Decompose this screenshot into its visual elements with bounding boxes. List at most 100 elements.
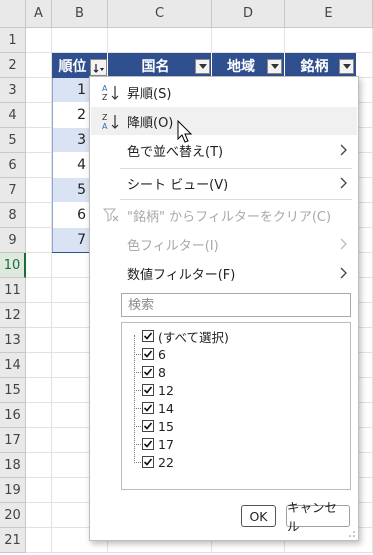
column-header-b[interactable]: B [52, 0, 108, 28]
select-all-corner[interactable] [0, 0, 26, 28]
row-header-1[interactable]: 1 [0, 28, 26, 53]
checkbox-checked-icon[interactable] [142, 348, 154, 360]
grid-cell[interactable] [26, 278, 52, 303]
resize-grip-icon[interactable] [348, 530, 356, 538]
rank-cell[interactable]: 3 [52, 128, 92, 153]
column-header-e[interactable]: E [285, 0, 373, 28]
list-item[interactable]: 15 [142, 417, 174, 435]
row-header-17[interactable]: 17 [0, 428, 26, 453]
checkbox-checked-icon[interactable] [142, 330, 154, 342]
row-header-13[interactable]: 13 [0, 328, 26, 353]
grid-cell[interactable] [26, 428, 52, 453]
row-header-7[interactable]: 7 [0, 178, 26, 203]
row-header-20[interactable]: 20 [0, 503, 26, 528]
filter-search-input[interactable] [121, 293, 351, 317]
grid-cell[interactable] [26, 353, 52, 378]
tree-line [134, 372, 141, 373]
row-header-8[interactable]: 8 [0, 203, 26, 228]
menu-number-filter[interactable]: 数値フィルター(F) [91, 259, 357, 287]
rank-cell[interactable]: 2 [52, 103, 92, 128]
rank-cell[interactable]: 5 [52, 178, 92, 203]
row-header-2[interactable]: 2 [0, 53, 26, 78]
svg-text:Z: Z [102, 93, 108, 102]
grid-cell[interactable] [26, 78, 52, 103]
grid-cell[interactable] [26, 203, 52, 228]
column-header-d[interactable]: D [212, 0, 285, 28]
grid-cell[interactable] [26, 453, 52, 478]
row-header-6[interactable]: 6 [0, 153, 26, 178]
grid-cell[interactable] [26, 228, 52, 253]
column-header-a[interactable]: A [26, 0, 52, 28]
grid-cell[interactable] [26, 503, 52, 528]
row-header-3[interactable]: 3 [0, 78, 26, 103]
checkbox-checked-icon[interactable] [142, 384, 154, 396]
list-item[interactable]: 17 [142, 435, 174, 453]
grid-cell[interactable] [26, 328, 52, 353]
svg-text:A: A [102, 84, 108, 93]
grid-cell[interactable] [52, 28, 108, 53]
menu-sort-ascending[interactable]: A Z 昇順(S) [91, 78, 357, 106]
column-header-c[interactable]: C [108, 0, 212, 28]
grid-cell[interactable] [26, 103, 52, 128]
menu-separator [120, 199, 352, 200]
filter-dropdown-region[interactable] [267, 59, 282, 74]
grid-cell[interactable] [26, 178, 52, 203]
row-header-21[interactable]: 21 [0, 528, 26, 553]
cancel-button[interactable]: キャンセル [286, 500, 350, 534]
rank-cell[interactable]: 7 [52, 228, 92, 253]
rank-cell[interactable]: 4 [52, 153, 92, 178]
grid-cell[interactable] [212, 28, 285, 53]
checkbox-checked-icon[interactable] [142, 438, 154, 450]
rank-value: 3 [77, 132, 86, 148]
grid-cell[interactable] [26, 28, 52, 53]
list-item[interactable]: 14 [142, 399, 174, 417]
tree-line [134, 354, 141, 355]
row-header-18[interactable]: 18 [0, 453, 26, 478]
header-label: 銘柄 [300, 58, 329, 75]
row-header-15[interactable]: 15 [0, 378, 26, 403]
menu-sheet-view[interactable]: シート ビュー(V) [91, 169, 357, 197]
row-header-9[interactable]: 9 [0, 228, 26, 253]
row-header-5[interactable]: 5 [0, 128, 26, 153]
menu-sort-descending[interactable]: Z A 降順(O) [91, 107, 357, 135]
grid-cell[interactable] [26, 378, 52, 403]
grid-cell[interactable] [26, 153, 52, 178]
row-header-11[interactable]: 11 [0, 278, 26, 303]
rank-cell[interactable]: 1 [52, 78, 92, 103]
grid-cell[interactable] [26, 403, 52, 428]
row-header-16[interactable]: 16 [0, 403, 26, 428]
list-item[interactable]: 22 [142, 453, 174, 471]
list-item-select-all[interactable]: (すべて選択) [142, 327, 229, 345]
list-item[interactable]: 8 [142, 363, 166, 381]
list-item-label: 17 [158, 436, 174, 452]
column-label: E [324, 6, 333, 21]
checkbox-checked-icon[interactable] [142, 456, 154, 468]
rank-cell[interactable]: 6 [52, 203, 92, 228]
grid-cell[interactable] [285, 28, 373, 53]
checkbox-checked-icon[interactable] [142, 402, 154, 414]
rank-value: 1 [77, 82, 86, 98]
filter-dropdown-brand[interactable] [339, 59, 354, 74]
filter-dropdown-rank[interactable] [90, 59, 107, 76]
checkbox-checked-icon[interactable] [142, 366, 154, 378]
row-label: 20 [4, 507, 21, 523]
menu-sort-by-color[interactable]: 色で並べ替え(T) [91, 136, 357, 164]
grid-cell[interactable] [26, 528, 52, 553]
grid-cell[interactable] [26, 303, 52, 328]
row-header-14[interactable]: 14 [0, 353, 26, 378]
row-header-4[interactable]: 4 [0, 103, 26, 128]
grid-cell[interactable] [26, 253, 52, 278]
grid-cell[interactable] [108, 28, 212, 53]
list-item[interactable]: 6 [142, 345, 166, 363]
grid-cell[interactable] [26, 53, 52, 78]
grid-cell[interactable] [26, 128, 52, 153]
row-header-10[interactable]: 10 [0, 253, 26, 278]
list-item[interactable]: 12 [142, 381, 174, 399]
checkbox-checked-icon[interactable] [142, 420, 154, 432]
row-label: 15 [4, 382, 21, 398]
row-header-12[interactable]: 12 [0, 303, 26, 328]
row-header-19[interactable]: 19 [0, 478, 26, 503]
ok-button[interactable]: OK [241, 505, 276, 527]
grid-cell[interactable] [26, 478, 52, 503]
filter-dropdown-country[interactable] [195, 59, 210, 74]
